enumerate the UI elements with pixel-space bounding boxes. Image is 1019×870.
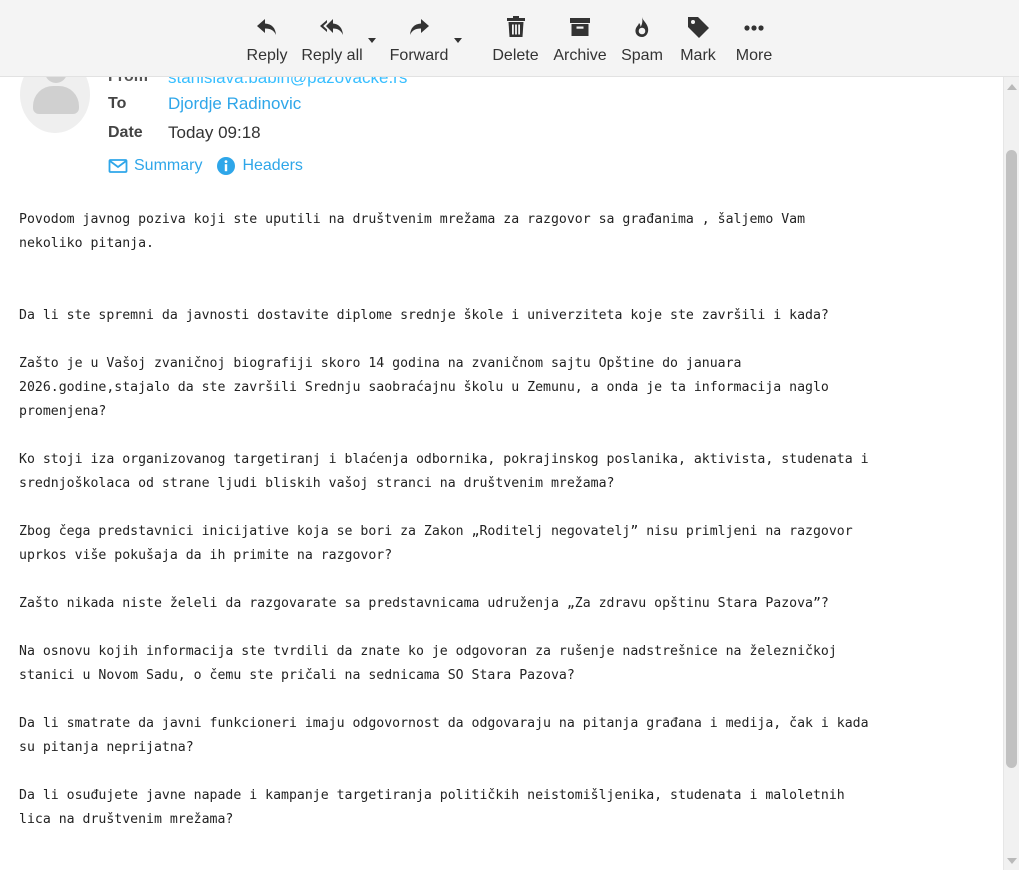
reply-all-button[interactable]: Reply all [301, 14, 363, 70]
scroll-up-arrow[interactable] [1007, 84, 1017, 90]
date-value: Today 09:18 [168, 123, 261, 142]
ellipsis-icon [744, 25, 764, 31]
reply-label: Reply [246, 47, 288, 64]
from-value[interactable]: stanislava.babin@pazovacke.rs [168, 77, 407, 88]
from-label: From [108, 77, 148, 86]
trash-icon [506, 16, 525, 37]
body-paragraph: Povodom javnog poziva koji ste uputili n… [19, 212, 806, 251]
reply-button[interactable]: Reply [246, 14, 288, 70]
message-toolbar: Reply Reply all Forward Delete Archive S… [0, 0, 1019, 77]
forward-icon [410, 19, 429, 35]
body-paragraph: Ko stoji iza organizovanog targetiranj i… [19, 452, 869, 491]
avatar-icon [20, 77, 90, 133]
message-header: From stanislava.babin@pazovacke.rs To Dj… [0, 77, 1000, 197]
info-icon [217, 157, 236, 175]
body-paragraph: Da li ste spremni da javnosti dostavite … [19, 308, 829, 323]
date-label: Date [108, 124, 143, 141]
envelope-icon [108, 159, 128, 173]
reply-all-label: Reply all [301, 47, 363, 64]
forward-label: Forward [389, 47, 449, 64]
reply-icon [257, 19, 276, 35]
message-view: From stanislava.babin@pazovacke.rs To Dj… [0, 77, 1003, 870]
archive-button[interactable]: Archive [553, 14, 607, 70]
fire-icon [635, 17, 649, 37]
archive-icon [570, 18, 590, 36]
reply-all-dropdown[interactable] [368, 38, 376, 43]
body-paragraph: Zašto nikada niste želeli da razgovarate… [19, 596, 829, 611]
to-label: To [108, 95, 127, 112]
body-paragraph: Na osnovu kojih informacija ste tvrdili … [19, 644, 837, 683]
message-body: Povodom javnog poziva koji ste uputili n… [19, 208, 989, 856]
body-paragraph: Zašto je u Vašoj zvaničnoj biografiji sk… [19, 356, 829, 419]
forward-button[interactable]: Forward [389, 14, 449, 70]
headers-label: Headers [242, 157, 303, 174]
mark-label: Mark [680, 47, 716, 64]
delete-label: Delete [492, 47, 539, 64]
mark-button[interactable]: Mark [680, 14, 716, 70]
forward-dropdown[interactable] [454, 38, 462, 43]
reply-all-icon [320, 19, 343, 35]
body-paragraph: Da li osuđujete javne napade i kampanje … [19, 788, 845, 827]
spam-label: Spam [621, 47, 663, 64]
summary-label: Summary [134, 157, 203, 174]
body-paragraph: Da li smatrate da javni funkcioneri imaj… [19, 716, 869, 755]
summary-link[interactable]: Summary [108, 156, 202, 176]
to-value[interactable]: Djordje Radinovic [168, 94, 301, 114]
spam-button[interactable]: Spam [621, 14, 663, 70]
headers-link[interactable]: Headers [216, 156, 303, 176]
vertical-scrollbar[interactable] [1003, 77, 1019, 870]
more-button[interactable]: More [735, 14, 773, 70]
header-links: Summary Headers [108, 156, 317, 176]
tag-icon [688, 17, 709, 38]
scrollbar-thumb[interactable] [1006, 150, 1017, 768]
archive-label: Archive [553, 47, 607, 64]
delete-button[interactable]: Delete [492, 14, 539, 70]
body-paragraph: Zbog čega predstavnici inicijative koja … [19, 524, 853, 563]
more-label: More [735, 47, 773, 64]
scroll-down-arrow[interactable] [1007, 858, 1017, 864]
